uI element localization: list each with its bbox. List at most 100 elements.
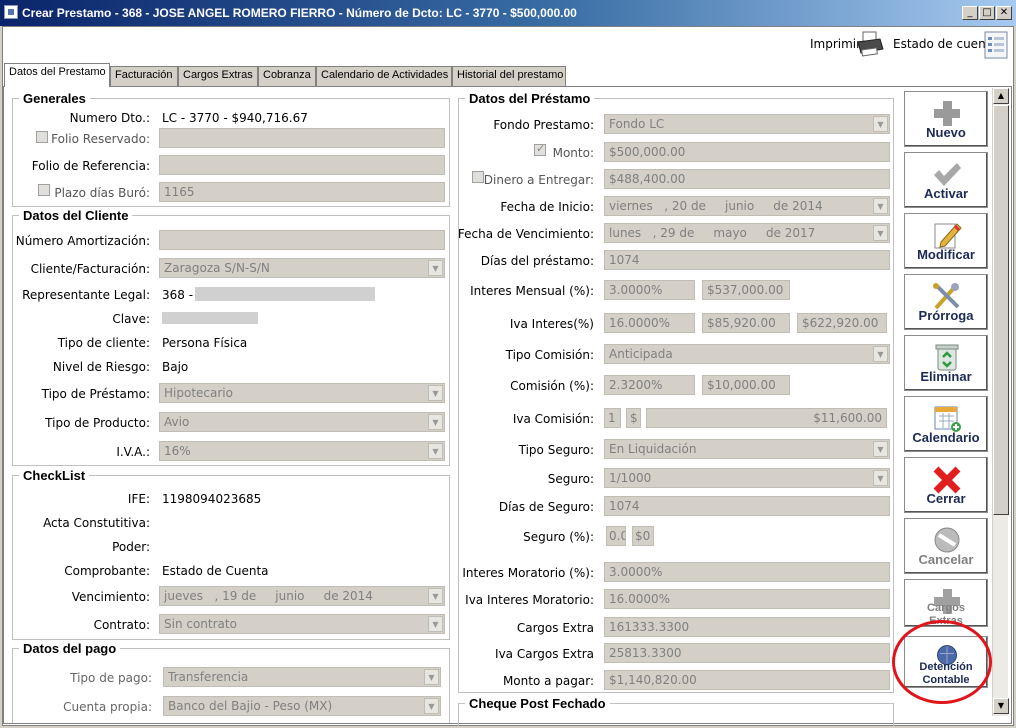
scroll-up-arrow-icon[interactable]: ▲ xyxy=(993,88,1009,104)
plazo-buro-field[interactable]: 1165 xyxy=(159,182,445,202)
seguro-amt-field[interactable]: $0 xyxy=(632,526,654,546)
dinero-field[interactable]: $488,400.00 xyxy=(604,169,890,189)
fecha-venc-label: Fecha de Vencimiento: xyxy=(457,227,594,241)
calendario-button[interactable]: Calendario xyxy=(904,396,988,452)
folio-reservado-field[interactable] xyxy=(159,128,445,148)
iva-comision-currency-field[interactable]: $ xyxy=(626,408,641,428)
printer-icon[interactable] xyxy=(856,31,884,57)
cuenta-propia-select[interactable]: Banco del Bajio - Peso (MX) ▼ xyxy=(163,696,441,716)
nuevo-label: Nuevo xyxy=(926,125,966,140)
eliminar-label: Eliminar xyxy=(920,369,972,384)
chevron-down-icon: ▼ xyxy=(428,414,443,430)
monto-label: Monto: xyxy=(552,146,594,160)
fecha-inicio-picker[interactable]: viernes , 20 de junio de 2014 ▼ xyxy=(604,196,890,216)
iva-comision-label: Iva Comisión: xyxy=(512,412,594,426)
numero-dto-label: Numero Dto.: xyxy=(69,111,150,125)
scrollbar-thumb[interactable] xyxy=(993,105,1009,515)
iva-moratorio-label: Iva Interes Moratorio: xyxy=(465,593,594,607)
eliminar-button[interactable]: Eliminar xyxy=(904,335,988,391)
tab-calendario-actividades[interactable]: Calendario de Actividades xyxy=(316,66,452,86)
tipo-cliente-value: Persona Física xyxy=(162,336,248,350)
fondo-select[interactable]: Fondo LC ▼ xyxy=(604,114,890,134)
fondo-value: Fondo LC xyxy=(609,117,665,131)
account-statement-icon[interactable] xyxy=(982,30,1010,60)
print-label[interactable]: Imprimir xyxy=(810,37,861,51)
title-bar: Crear Prestamo - 368 - JOSE ANGEL ROMERO… xyxy=(0,0,1016,26)
fecha-venc-value: lunes , 29 de mayo de 2017 xyxy=(609,226,816,240)
seguro-pct-field[interactable]: 0.0 xyxy=(606,526,626,546)
nuevo-button[interactable]: Nuevo xyxy=(904,91,988,147)
chevron-down-icon: ▼ xyxy=(428,385,443,401)
vencimiento-date-picker[interactable]: jueves , 19 de junio de 2014 ▼ xyxy=(159,586,445,606)
dias-label: Días del préstamo: xyxy=(480,254,594,268)
cliente-facturacion-select[interactable]: Zaragoza S/N-S/N ▼ xyxy=(159,258,445,278)
dias-field[interactable]: 1074 xyxy=(604,250,890,270)
tipo-comision-value: Anticipada xyxy=(609,347,673,361)
contrato-select[interactable]: Sin contrato ▼ xyxy=(159,614,445,634)
seguro-select[interactable]: 1/1000 ▼ xyxy=(604,468,890,488)
tipo-producto-select[interactable]: Avio ▼ xyxy=(159,412,445,432)
monto-pagar-field[interactable]: $1,140,820.00 xyxy=(604,670,890,690)
close-window-button[interactable]: ✕ xyxy=(996,6,1012,20)
calendario-label: Calendario xyxy=(912,430,980,445)
chevron-down-icon: ▼ xyxy=(873,225,888,241)
chevron-down-icon: ▼ xyxy=(428,616,443,632)
dias-seguro-field[interactable]: 1074 xyxy=(604,496,890,516)
cancelar-button[interactable]: Cancelar xyxy=(904,518,988,574)
cliente-facturacion-label: Cliente/Facturación: xyxy=(30,262,150,276)
tab-historial[interactable]: Historial del prestamo xyxy=(452,66,566,86)
folio-reservado-label: Folio Reservado: xyxy=(51,132,150,146)
plazo-buro-checkbox[interactable] xyxy=(38,184,50,196)
window-title: Crear Prestamo - 368 - JOSE ANGEL ROMERO… xyxy=(22,6,577,20)
iva-comision-count-field[interactable]: 1 xyxy=(604,408,621,428)
modificar-button[interactable]: Modificar xyxy=(904,213,988,269)
chevron-down-icon: ▼ xyxy=(424,698,439,714)
comision-amt-field[interactable]: $10,000.00 xyxy=(702,375,790,395)
chevron-down-icon: ▼ xyxy=(428,588,443,604)
interes-amt-field[interactable]: $537,000.00 xyxy=(702,280,790,300)
comision-pct-field[interactable]: 2.3200% xyxy=(604,375,695,395)
scroll-down-arrow-icon[interactable]: ▼ xyxy=(993,698,1009,714)
iva-comision-amt-field[interactable]: $11,600.00 xyxy=(646,408,887,428)
iva-interes-total-field[interactable]: $622,920.00 xyxy=(797,313,887,333)
dinero-checkbox[interactable] xyxy=(472,171,484,183)
tipo-prestamo-label: Tipo de Préstamo: xyxy=(41,387,150,401)
iva-cargos-field[interactable]: 25813.3300 xyxy=(604,643,890,663)
cargos-extra-field[interactable]: 161333.3300 xyxy=(604,617,890,637)
tab-cobranza[interactable]: Cobranza xyxy=(258,66,316,86)
iva-select[interactable]: 16% ▼ xyxy=(159,441,445,461)
tipo-seguro-label: Tipo Seguro: xyxy=(518,443,594,457)
tab-datos-del-prestamo[interactable]: Datos del Prestamo xyxy=(4,63,110,87)
amortizacion-field[interactable] xyxy=(159,230,445,250)
moratorio-field[interactable]: 3.0000% xyxy=(604,562,890,582)
iva-cargos-label: Iva Cargos Extra xyxy=(495,647,594,661)
minimize-button[interactable]: _ xyxy=(962,6,978,20)
tipo-pago-select[interactable]: Transferencia ▼ xyxy=(163,667,441,687)
tipo-seguro-select[interactable]: En Liquidación ▼ xyxy=(604,439,890,459)
chevron-down-icon: ▼ xyxy=(873,198,888,214)
monto-pagar-label: Monto a pagar: xyxy=(502,674,594,688)
interes-pct-field[interactable]: 3.0000% xyxy=(604,280,695,300)
tab-facturacion[interactable]: Facturación xyxy=(110,66,178,86)
seguro-value: 1/1000 xyxy=(609,471,652,485)
vertical-scrollbar[interactable]: ▲ ▼ xyxy=(992,88,1009,716)
activar-button[interactable]: Activar xyxy=(904,152,988,208)
cargos-extra-label: Cargos Extra xyxy=(516,621,594,635)
monto-checkbox[interactable] xyxy=(534,142,546,156)
iva-interes-pct-field[interactable]: 16.0000% xyxy=(604,313,695,333)
tools-icon xyxy=(933,283,960,310)
iva-moratorio-field[interactable]: 16.0000% xyxy=(604,589,890,609)
tab-cargos-extras[interactable]: Cargos Extras xyxy=(178,66,258,86)
iva-value: 16% xyxy=(164,444,191,458)
prorroga-button[interactable]: Prórroga xyxy=(904,274,988,330)
fecha-venc-picker[interactable]: lunes , 29 de mayo de 2017 ▼ xyxy=(604,223,890,243)
iva-interes-amt-field[interactable]: $85,920.00 xyxy=(702,313,790,333)
maximize-button[interactable]: □ xyxy=(979,6,995,20)
folio-reservado-checkbox[interactable] xyxy=(36,131,48,143)
seguro-label: Seguro: xyxy=(547,472,594,486)
cerrar-button[interactable]: Cerrar xyxy=(904,457,988,513)
monto-field[interactable]: $500,000.00 xyxy=(604,142,890,162)
folio-referencia-field[interactable] xyxy=(159,155,445,175)
tipo-prestamo-select[interactable]: Hipotecario ▼ xyxy=(159,383,445,403)
tipo-comision-select[interactable]: Anticipada ▼ xyxy=(604,344,890,364)
